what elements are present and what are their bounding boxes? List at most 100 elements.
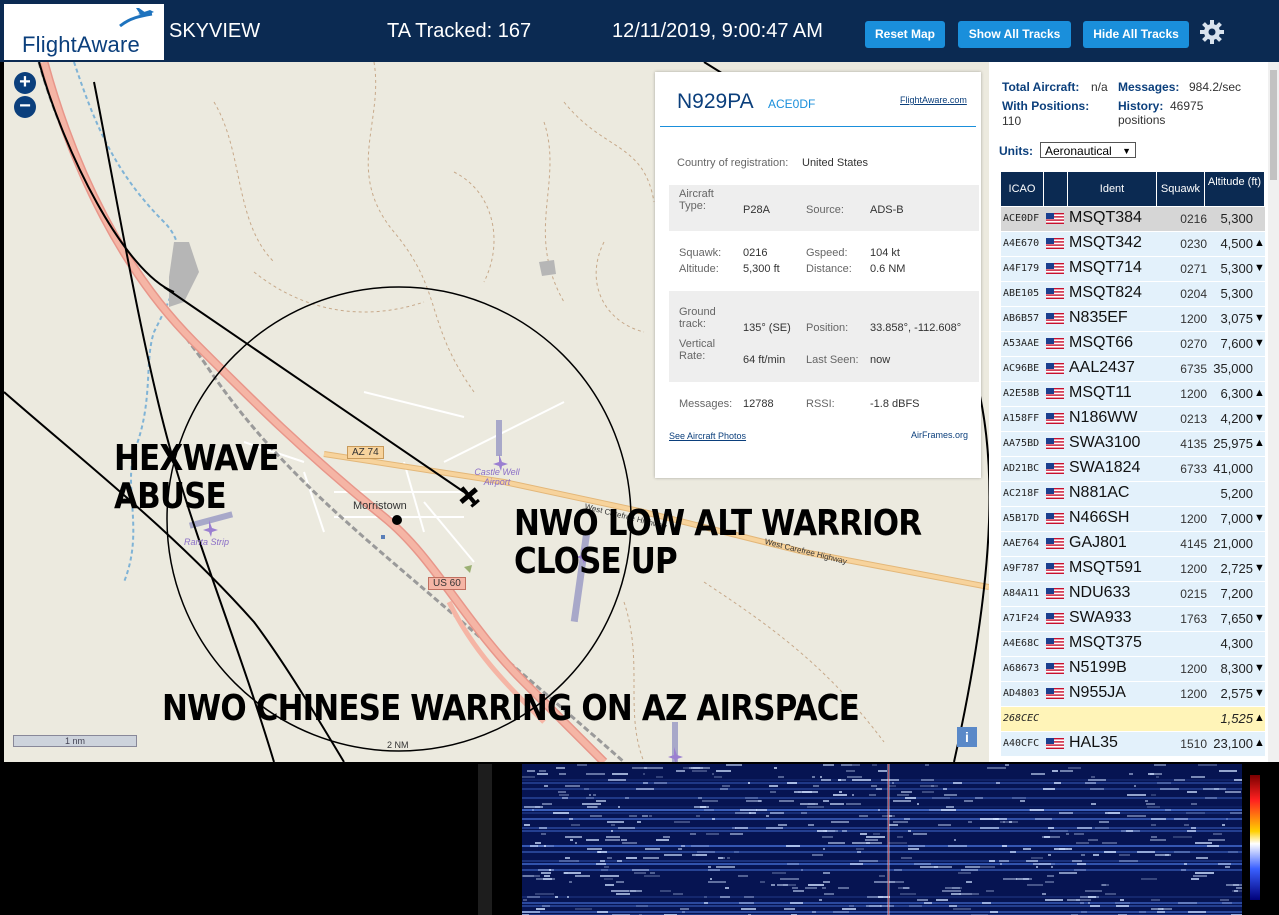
row-altitude: 35,000 (1213, 361, 1253, 376)
row-altitude: 3,075 (1220, 311, 1253, 326)
column-header-flag[interactable] (1044, 172, 1068, 206)
row-ident: N5199B (1069, 659, 1127, 676)
table-row[interactable]: A4E68C MSQT375 4,300 (1001, 632, 1265, 657)
info-button[interactable]: i (957, 727, 977, 747)
intensity-colorbar (1250, 775, 1260, 900)
show-all-tracks-button[interactable]: Show All Tracks (958, 21, 1071, 48)
row-altitude: 4,200 (1220, 411, 1253, 426)
flightaware-link[interactable]: FlightAware.com (900, 95, 967, 105)
row-ident: GAJ801 (1069, 534, 1127, 551)
rssi-label: RSSI: (806, 398, 835, 410)
aircraft-info-panel: N929PA ACE0DF FlightAware.com Country of… (655, 72, 981, 478)
units-select[interactable]: Aeronautical ▼ (1040, 142, 1136, 158)
gear-icon[interactable] (1198, 18, 1226, 46)
table-row[interactable]: ABE105 MSQT824 0204 5,300 (1001, 282, 1265, 307)
row-icao: ABE105 (1003, 288, 1040, 299)
table-row[interactable]: A158FF N186WW 0213 4,200 ▼ (1001, 407, 1265, 432)
table-row[interactable]: A40CFC HAL35 1510 23,100 ▲ (1001, 732, 1265, 757)
row-ident: MSQT591 (1069, 559, 1142, 576)
table-row[interactable]: AC96BE AAL2437 6735 35,000 (1001, 357, 1265, 382)
row-altitude: 1,525 (1220, 711, 1253, 726)
units-selected-value: Aeronautical (1045, 144, 1112, 158)
table-row[interactable]: A53AAE MSQT66 0270 7,600 ▼ (1001, 332, 1265, 357)
table-row[interactable]: 268CEC 1,525 ▲ (1001, 707, 1265, 732)
country-value: United States (802, 157, 869, 169)
us-flag-icon (1046, 388, 1064, 399)
row-squawk: 0215 (1180, 587, 1207, 601)
overlay-text-warrior: NWO LOW ALT WARRIOR CLOSE UP (514, 503, 922, 582)
table-row[interactable]: AA75BD SWA3100 4135 25,975 ▲ (1001, 432, 1265, 457)
flightaware-logo[interactable]: FlightAware (4, 4, 164, 60)
aircraft-type-value: P28A (743, 204, 770, 216)
messages-label: Messages: (679, 398, 733, 410)
row-icao: A40CFC (1003, 738, 1040, 749)
scrollbar-thumb[interactable] (1270, 70, 1277, 180)
panel-splitter[interactable] (478, 764, 492, 915)
table-row[interactable]: AC218F N881AC 5,200 (1001, 482, 1265, 507)
column-header-squawk[interactable]: Squawk (1157, 172, 1205, 206)
row-ident: MSQT384 (1069, 209, 1142, 226)
row-ident: MSQT66 (1069, 334, 1134, 351)
airplane-logo-icon (119, 8, 154, 28)
row-ident: N835EF (1069, 309, 1128, 326)
airframes-link[interactable]: AirFrames.org (911, 430, 968, 440)
row-trend-arrow: ▼ (1254, 512, 1265, 524)
row-altitude: 25,975 (1213, 436, 1253, 451)
row-ident: N955JA (1069, 684, 1126, 701)
row-ident: NDU633 (1069, 584, 1131, 601)
row-squawk: 1510 (1180, 737, 1207, 751)
row-altitude: 2,725 (1220, 561, 1253, 576)
hide-all-tracks-button[interactable]: Hide All Tracks (1083, 21, 1189, 48)
table-row[interactable]: A9F787 MSQT591 1200 2,725 ▼ (1001, 557, 1265, 582)
table-row[interactable]: A5B17D N466SH 1200 7,000 ▼ (1001, 507, 1265, 532)
us60-shield: US 60 (428, 577, 466, 590)
aircraft-icao[interactable]: ACE0DF (768, 97, 815, 111)
table-row[interactable]: A2E58B MSQT11 1200 6,300 ▲ (1001, 382, 1265, 407)
us-flag-icon (1046, 688, 1064, 699)
row-altitude: 41,000 (1213, 461, 1253, 476)
table-row[interactable]: AB6B57 N835EF 1200 3,075 ▼ (1001, 307, 1265, 332)
aircraft-type-label: Aircraft Type: (679, 188, 714, 212)
panel-divider (660, 126, 976, 127)
table-row[interactable]: AD4803 N955JA 1200 2,575 ▼ (1001, 682, 1265, 707)
row-icao: AC218F (1003, 488, 1040, 499)
gspeed-value: 104 kt (870, 247, 900, 259)
table-row[interactable]: A4E670 MSQT342 0230 4,500 ▲ (1001, 232, 1265, 257)
row-trend-arrow: ▼ (1254, 562, 1265, 574)
squawk-label: Squawk: (679, 247, 722, 259)
table-row[interactable]: AD21BC SWA1824 6733 41,000 (1001, 457, 1265, 482)
reset-map-button[interactable]: Reset Map (865, 21, 945, 48)
zoom-out-button[interactable]: − (14, 96, 36, 118)
messages-rate-label: Messages: (1118, 80, 1180, 94)
row-ident: MSQT11 (1069, 384, 1132, 401)
table-row[interactable]: A84A11 NDU633 0215 7,200 (1001, 582, 1265, 607)
table-row[interactable]: A71F24 SWA933 1763 7,650 ▼ (1001, 607, 1265, 632)
row-squawk: 0213 (1180, 412, 1207, 426)
row-icao: A5B17D (1003, 513, 1040, 524)
column-header-ident[interactable]: Ident (1068, 172, 1157, 206)
row-ident: N186WW (1069, 409, 1138, 426)
row-squawk: 0204 (1180, 287, 1207, 301)
row-altitude: 7,200 (1220, 586, 1253, 601)
positions-label: With Positions: (1002, 99, 1090, 113)
column-header-altitude[interactable]: Altitude (ft) (1205, 172, 1265, 206)
us-flag-icon (1046, 338, 1064, 349)
row-ident: N881AC (1069, 484, 1130, 501)
row-squawk: 6733 (1180, 462, 1207, 476)
table-row[interactable]: A4F179 MSQT714 0271 5,300 ▼ (1001, 257, 1265, 282)
aircraft-photos-link[interactable]: See Aircraft Photos (669, 431, 746, 441)
table-row[interactable]: AAE764 GAJ801 4145 21,000 (1001, 532, 1265, 557)
az74-shield: AZ 74 (347, 446, 384, 459)
table-row[interactable]: A68673 N5199B 1200 8,300 ▼ (1001, 657, 1265, 682)
us-flag-icon (1046, 538, 1064, 549)
zoom-in-button[interactable]: + (14, 72, 36, 94)
row-icao: A53AAE (1003, 338, 1040, 349)
column-header-icao[interactable]: ICAO (1001, 172, 1044, 206)
row-altitude: 8,300 (1220, 661, 1253, 676)
brand-name: FlightAware (22, 32, 140, 57)
position-value: 33.858°, -112.608° (870, 322, 962, 334)
row-icao: A4E68C (1003, 638, 1040, 649)
aircraft-list-panel: Total Aircraft: n/a Messages: 984.2/sec … (989, 62, 1279, 762)
row-trend-arrow: ▲ (1254, 737, 1265, 749)
table-row[interactable]: ACE0DF MSQT384 0216 5,300 (1001, 207, 1265, 232)
